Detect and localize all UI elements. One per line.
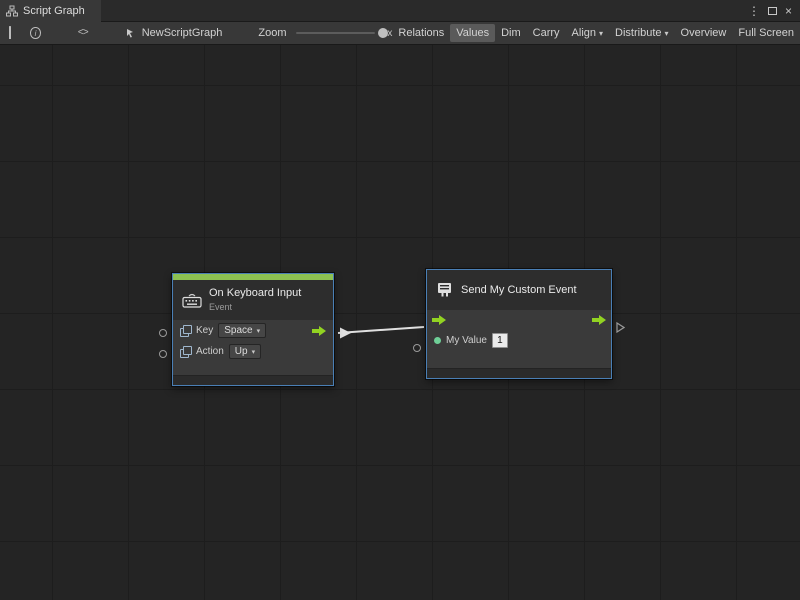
distribute-button[interactable]: Distribute ▾	[609, 24, 674, 42]
chevron-down-icon: ▾	[252, 348, 256, 356]
window-controls: ⋮ ×	[740, 0, 800, 22]
flow-output-port[interactable]	[312, 326, 326, 336]
flow-port-row	[427, 310, 611, 330]
chevron-down-icon: ▾	[665, 29, 669, 38]
action-external-port[interactable]	[159, 350, 167, 358]
node-send-my-custom-event[interactable]: Send My Custom Event My Value	[426, 269, 612, 379]
action-dropdown[interactable]: Up ▾	[229, 344, 261, 359]
node-footer	[173, 375, 333, 385]
fullscreen-button[interactable]: Full Screen	[732, 24, 800, 42]
key-dropdown[interactable]: Space ▾	[218, 323, 266, 338]
key-external-port[interactable]	[159, 329, 167, 337]
info-icon[interactable]: i	[30, 27, 40, 39]
node-title: On Keyboard Input	[209, 287, 301, 300]
node-header: On Keyboard Input Event	[173, 280, 333, 320]
my-value-label: My Value	[446, 335, 487, 346]
carry-button[interactable]: Carry	[527, 24, 566, 42]
enum-type-icon	[180, 325, 191, 336]
maximize-icon[interactable]	[768, 7, 777, 15]
graph-name: NewScriptGraph	[142, 27, 223, 39]
lock-icon[interactable]	[9, 27, 17, 39]
enum-type-icon	[180, 346, 191, 357]
tab-bar: Script Graph ⋮ ×	[0, 0, 800, 22]
key-port-label: Key	[196, 325, 213, 336]
graph-asset[interactable]: NewScriptGraph	[126, 27, 223, 39]
graph-icon	[6, 5, 18, 17]
node-header: Send My Custom Event	[427, 270, 611, 310]
my-value-port-row: My Value	[427, 330, 611, 351]
flow-external-output-port[interactable]	[616, 322, 625, 333]
graph-toolbar: i <> NewScriptGraph Zoom 1x Relations Va…	[0, 22, 800, 45]
action-port-label: Action	[196, 346, 224, 357]
my-value-field[interactable]	[492, 333, 508, 348]
zoom-slider-handle[interactable]	[378, 28, 388, 38]
node-footer	[427, 368, 611, 378]
keyboard-icon	[182, 292, 202, 308]
tab-script-graph[interactable]: Script Graph	[0, 0, 101, 22]
align-label: Align	[572, 27, 596, 39]
dim-button[interactable]: Dim	[495, 24, 527, 42]
tab-title: Script Graph	[23, 5, 85, 17]
custom-event-icon	[436, 282, 454, 298]
action-port-row: Action Up ▾	[173, 341, 333, 362]
flow-output-port[interactable]	[592, 315, 606, 325]
node-header-text: On Keyboard Input Event	[209, 287, 301, 313]
flow-input-port[interactable]	[432, 315, 446, 325]
action-dropdown-value: Up	[235, 346, 248, 357]
code-icon[interactable]: <>	[78, 28, 88, 39]
zoom-label: Zoom	[258, 27, 286, 39]
connection-wire	[0, 45, 800, 600]
chevron-down-icon: ▾	[257, 327, 261, 335]
graph-asset-icon	[126, 28, 137, 39]
node-body: My Value	[427, 310, 611, 368]
value-input-port[interactable]	[434, 337, 441, 344]
zoom-slider[interactable]	[296, 32, 375, 34]
script-graph-window: Script Graph ⋮ × i <> NewScriptGraph Zoo…	[0, 0, 800, 600]
node-subtitle: Event	[209, 302, 301, 313]
node-on-keyboard-input[interactable]: On Keyboard Input Event Key Space ▾	[172, 273, 334, 386]
values-button[interactable]: Values	[450, 24, 495, 42]
chevron-down-icon: ▾	[599, 29, 603, 38]
overview-button[interactable]: Overview	[675, 24, 733, 42]
tab-strip-empty	[101, 0, 740, 22]
graph-canvas[interactable]: On Keyboard Input Event Key Space ▾	[0, 45, 800, 600]
menu-kebab-icon[interactable]: ⋮	[748, 5, 760, 17]
key-port-row: Key Space ▾	[173, 320, 333, 341]
key-dropdown-value: Space	[224, 325, 252, 336]
distribute-label: Distribute	[615, 27, 661, 39]
node-title: Send My Custom Event	[461, 284, 577, 297]
toolbar-buttons: Relations Values Dim Carry Align ▾ Distr…	[392, 24, 800, 42]
close-icon[interactable]: ×	[785, 5, 792, 17]
relations-button[interactable]: Relations	[392, 24, 450, 42]
align-button[interactable]: Align ▾	[566, 24, 609, 42]
node-body: Key Space ▾ Action Up ▾	[173, 320, 333, 375]
my-value-external-port[interactable]	[413, 344, 421, 352]
